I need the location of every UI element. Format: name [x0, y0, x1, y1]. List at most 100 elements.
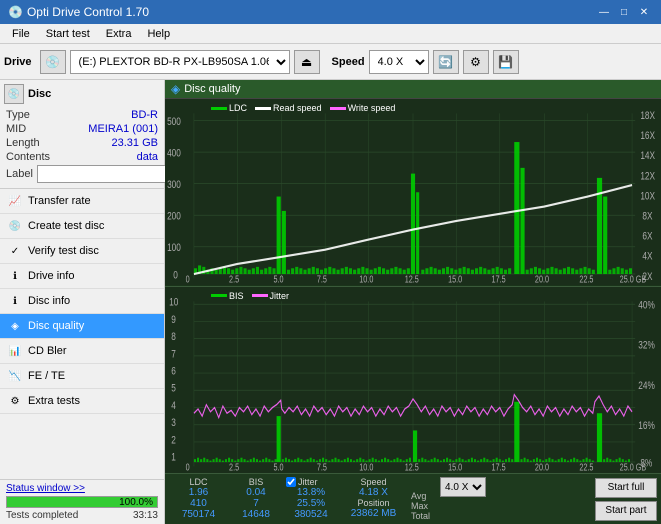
- menu-file[interactable]: File: [4, 26, 38, 42]
- nav-drive-info[interactable]: ℹ Drive info: [0, 264, 164, 289]
- svg-text:3: 3: [171, 416, 176, 429]
- jitter-checkbox[interactable]: [286, 477, 296, 487]
- settings-button[interactable]: ⚙: [463, 50, 489, 74]
- cd-bler-icon: 📊: [8, 344, 22, 358]
- nav-cd-bler[interactable]: 📊 CD Bler: [0, 339, 164, 364]
- speed-label: Speed: [332, 56, 365, 68]
- stats-bottom-row: LDC 1.96 410 750174 BIS 0.04 7 14648: [165, 473, 661, 524]
- disc-type-value: BD-R: [131, 109, 158, 121]
- titlebar-title: 💿 Opti Drive Control 1.70: [8, 5, 149, 19]
- drive-icon: 💿: [40, 50, 66, 74]
- nav-extra-tests[interactable]: ⚙ Extra tests: [0, 389, 164, 414]
- jitter-stat-max: 25.5%: [286, 498, 336, 509]
- svg-text:7.5: 7.5: [317, 273, 327, 284]
- disc-label-input[interactable]: [37, 165, 175, 183]
- close-button[interactable]: ✕: [635, 4, 653, 20]
- svg-text:14X: 14X: [640, 150, 655, 163]
- disc-quality-header: ◈ Disc quality: [165, 80, 661, 99]
- bis-stat-total: 14648: [236, 509, 276, 520]
- svg-text:10.0: 10.0: [359, 273, 373, 284]
- max-label: Max: [411, 501, 430, 511]
- jitter-stat-header: Jitter: [286, 477, 336, 487]
- svg-text:17.5: 17.5: [492, 461, 506, 472]
- minimize-button[interactable]: —: [595, 4, 613, 20]
- menu-help[interactable]: Help: [139, 26, 178, 42]
- nav-create-test-disc[interactable]: 💿 Create test disc: [0, 214, 164, 239]
- position-label: Position: [346, 498, 401, 508]
- disc-length-label: Length: [6, 137, 40, 149]
- disc-label-row: Label 🔍: [4, 164, 160, 184]
- start-full-button[interactable]: Start full: [595, 478, 657, 498]
- svg-text:6: 6: [171, 365, 176, 378]
- action-buttons: Start full Start part: [591, 474, 661, 524]
- svg-text:25.0 GB: 25.0 GB: [620, 273, 647, 284]
- disc-quality-icon: ◈: [8, 319, 22, 333]
- top-chart-legend: LDC Read speed Write speed: [207, 101, 399, 115]
- maximize-button[interactable]: □: [615, 4, 633, 20]
- nav-cd-bler-label: CD Bler: [28, 345, 67, 357]
- ldc-stat-max: 410: [171, 498, 226, 509]
- jitter-legend-color: [252, 294, 268, 297]
- nav-drive-info-label: Drive info: [28, 270, 74, 282]
- svg-text:12.5: 12.5: [405, 461, 419, 472]
- write-speed-legend-color: [330, 107, 346, 110]
- svg-text:0: 0: [173, 269, 178, 282]
- status-text: Tests completed: [6, 510, 78, 521]
- transfer-rate-icon: 📈: [8, 194, 22, 208]
- nav-fe-te[interactable]: 📉 FE / TE: [0, 364, 164, 389]
- jitter-stat-block: Jitter 13.8% 25.5% 380524: [286, 477, 336, 520]
- svg-text:9: 9: [171, 313, 176, 326]
- verify-test-disc-icon: ✓: [8, 244, 22, 258]
- speed-select[interactable]: 4.0 X: [369, 50, 429, 74]
- disc-info-icon: ℹ: [8, 294, 22, 308]
- status-bar: Status window >> 100.0% Tests completed …: [0, 479, 164, 524]
- nav-verify-test-disc-label: Verify test disc: [28, 245, 99, 257]
- svg-text:5: 5: [171, 382, 176, 395]
- ldc-stat-avg: 1.96: [171, 487, 226, 498]
- status-window-button[interactable]: Status window >>: [6, 483, 85, 494]
- bis-legend-label: BIS: [229, 291, 244, 301]
- drive-info-icon: ℹ: [8, 269, 22, 283]
- bis-stat-header: BIS: [236, 477, 276, 487]
- drive-select[interactable]: (E:) PLEXTOR BD-R PX-LB950SA 1.06: [70, 50, 290, 74]
- bis-legend: BIS: [211, 291, 244, 301]
- top-chart-area: LDC Read speed Write speed 500: [165, 99, 661, 287]
- refresh-button[interactable]: 🔄: [433, 50, 459, 74]
- write-speed-legend: Write speed: [330, 103, 396, 113]
- jitter-stat-avg: 13.8%: [286, 487, 336, 498]
- create-test-disc-icon: 💿: [8, 219, 22, 233]
- svg-text:10.0: 10.0: [359, 461, 373, 472]
- svg-text:20.0: 20.0: [535, 273, 549, 284]
- bottom-chart-svg: 10 9 8 7 6 5 4 3 2 1 40% 32% 24% 16% 8%: [165, 287, 661, 474]
- disc-quality-title: Disc quality: [184, 83, 240, 95]
- app-title: Opti Drive Control 1.70: [27, 5, 149, 19]
- status-info-row: Tests completed 33:13: [6, 510, 158, 521]
- nav-transfer-rate[interactable]: 📈 Transfer rate: [0, 189, 164, 214]
- main-content: 💿 Disc Type BD-R MID MEIRA1 (001) Length…: [0, 80, 661, 524]
- ldc-stat-header: LDC: [171, 477, 226, 487]
- eject-button[interactable]: ⏏: [294, 50, 320, 74]
- top-chart-svg: 500 400 300 200 100 0 18X 16X 14X 12X 10…: [165, 99, 661, 286]
- svg-text:15.0: 15.0: [448, 461, 462, 472]
- disc-mid-row: MID MEIRA1 (001): [4, 122, 160, 136]
- bis-stat-max: 7: [236, 498, 276, 509]
- menu-start-test[interactable]: Start test: [38, 26, 98, 42]
- menu-extra[interactable]: Extra: [98, 26, 140, 42]
- nav-disc-quality-label: Disc quality: [28, 320, 84, 332]
- svg-text:300: 300: [167, 179, 181, 192]
- start-part-button[interactable]: Start part: [595, 501, 657, 521]
- save-button[interactable]: 💾: [493, 50, 519, 74]
- nav-disc-info[interactable]: ℹ Disc info: [0, 289, 164, 314]
- speed-stat-avg: 4.18 X: [346, 487, 401, 498]
- svg-text:0: 0: [186, 461, 190, 472]
- chart-speed-select[interactable]: 4.0 X: [440, 477, 486, 497]
- read-speed-legend: Read speed: [255, 103, 322, 113]
- svg-text:17.5: 17.5: [492, 273, 506, 284]
- nav-disc-quality[interactable]: ◈ Disc quality: [0, 314, 164, 339]
- svg-text:0: 0: [186, 273, 190, 284]
- bottom-chart-legend: BIS Jitter: [207, 289, 293, 303]
- nav-verify-test-disc[interactable]: ✓ Verify test disc: [0, 239, 164, 264]
- progress-bar-container: 100.0%: [6, 496, 158, 508]
- disc-contents-value: data: [137, 151, 158, 163]
- ldc-legend-label: LDC: [229, 103, 247, 113]
